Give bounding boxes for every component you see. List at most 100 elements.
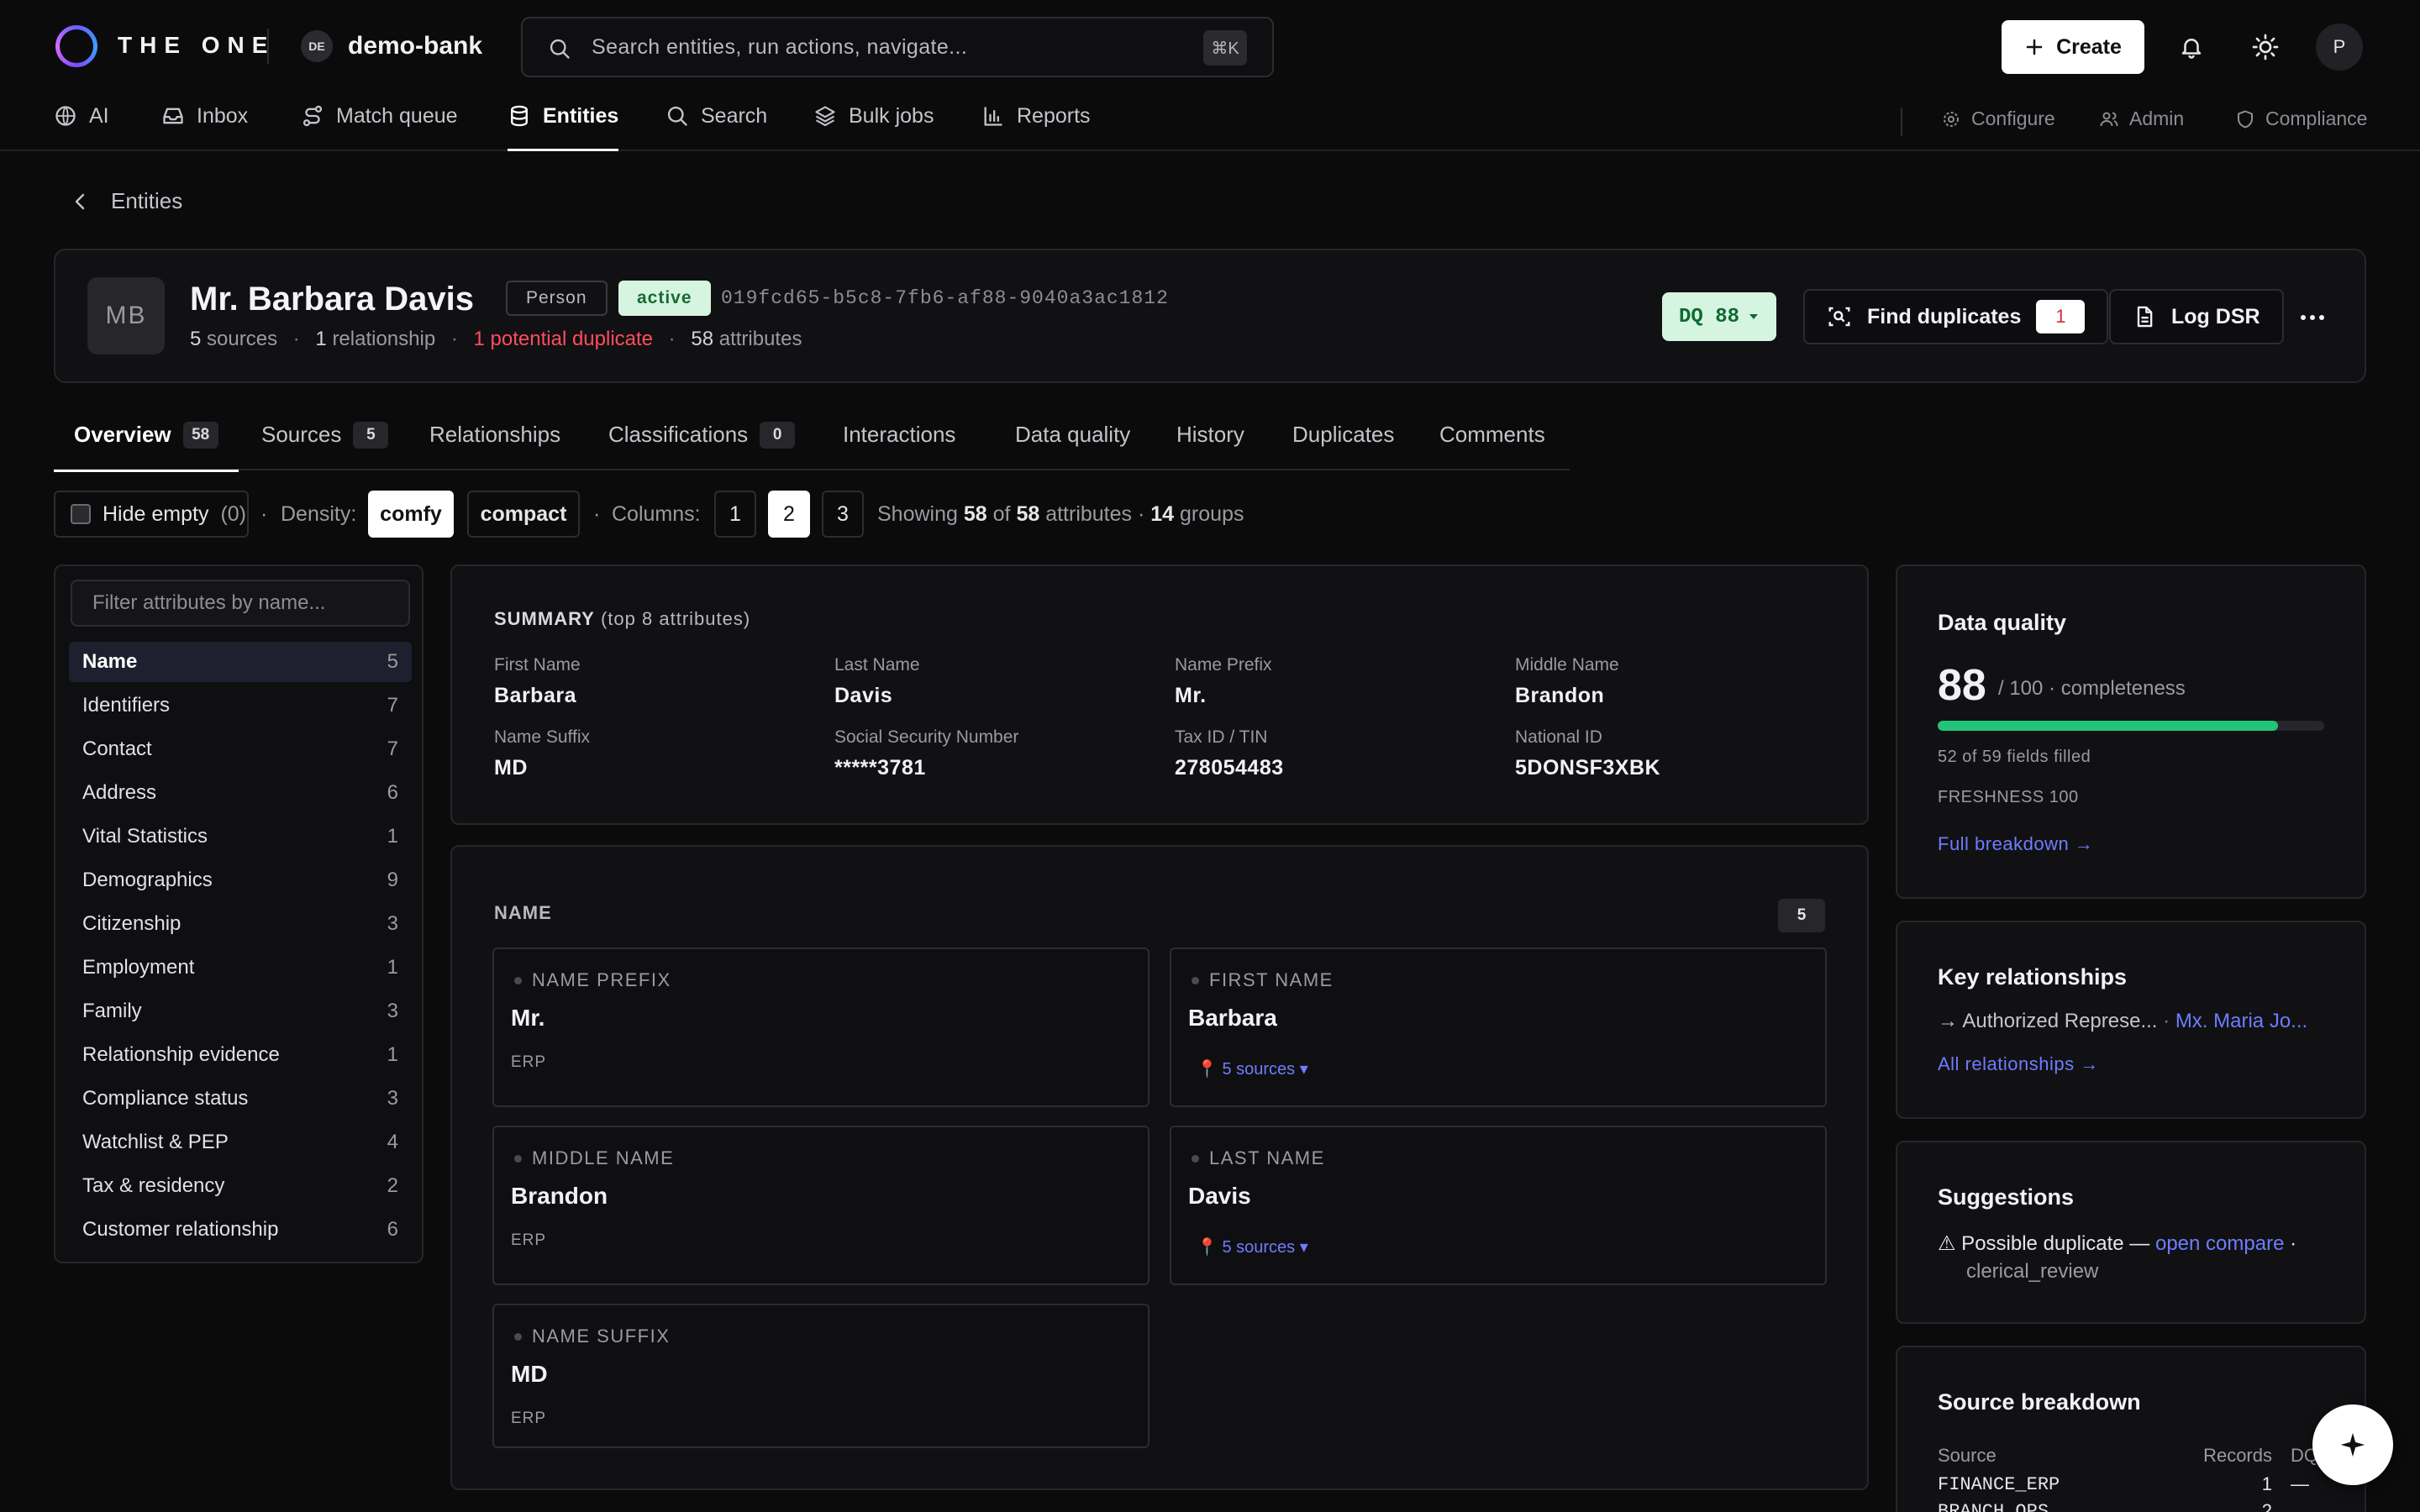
group-label: Tax & residency (82, 1174, 225, 1197)
find-duplicates-button[interactable]: Find duplicates 1 (1803, 289, 2109, 344)
tab-classifications[interactable]: Classifications 0 (608, 422, 796, 470)
tab-overview[interactable]: Overview 58 (54, 422, 239, 472)
user-avatar[interactable]: P (2316, 24, 2363, 71)
log-dsr-button[interactable]: Log DSR (2109, 289, 2284, 344)
create-button[interactable]: Create (2002, 20, 2144, 74)
group-item-customer-relationship[interactable]: Customer relationship 6 (69, 1210, 412, 1250)
columns-1-button[interactable]: 1 (714, 491, 756, 538)
entity-id[interactable]: 019fcd65-b5c8-7fb6-af88-9040a3ac1812 (721, 287, 1169, 309)
nav-bulk-jobs[interactable]: Bulk jobs (813, 104, 934, 151)
bar-chart-icon (984, 107, 1002, 126)
all-relationships-link[interactable]: All relationships → (1938, 1053, 2099, 1075)
group-item-name[interactable]: Name 5 (69, 642, 412, 682)
density-comfy-button[interactable]: comfy (368, 491, 454, 538)
hide-empty-checkbox[interactable] (71, 504, 91, 524)
tab-duplicates[interactable]: Duplicates (1292, 422, 1394, 470)
group-label: Citizenship (82, 912, 182, 935)
columns-3-button[interactable]: 3 (822, 491, 864, 538)
create-label: Create (2056, 34, 2122, 59)
tab-comments[interactable]: Comments (1439, 422, 1545, 470)
group-label: Demographics (82, 869, 213, 891)
theme-toggle-button[interactable] (2242, 24, 2289, 71)
group-title: NAME (494, 902, 552, 923)
group-item-address[interactable]: Address 6 (69, 773, 412, 813)
ai-assistant-button[interactable] (2312, 1404, 2393, 1485)
nav-match-queue[interactable]: Match queue (301, 104, 458, 151)
attribute-label-text: NAME SUFFIX (532, 1326, 671, 1347)
group-item-family[interactable]: Family 3 (69, 991, 412, 1032)
group-item-identifiers[interactable]: Identifiers 7 (69, 685, 412, 726)
duplicates-count-badge: 1 (2036, 300, 2086, 333)
tab-relationships[interactable]: Relationships (429, 422, 560, 470)
global-search-input[interactable]: Search entities, run actions, navigate..… (521, 17, 1274, 77)
tab-interactions[interactable]: Interactions (843, 422, 955, 470)
nav-ai[interactable]: AI (54, 104, 109, 151)
dq-score-suffix: / 100 · completeness (1998, 677, 2186, 700)
logo-icon[interactable] (55, 25, 97, 67)
group-count: 3 (387, 1000, 398, 1022)
attribute-value: Davis (1188, 1183, 1251, 1209)
tab-data-quality[interactable]: Data quality (1015, 422, 1130, 470)
summary-value: MD (494, 756, 528, 780)
full-breakdown-link[interactable]: Full breakdown → (1938, 833, 2093, 855)
nav-inbox[interactable]: Inbox (161, 104, 248, 151)
group-count: 9 (387, 869, 398, 891)
nav-entities-label: Entities (543, 104, 619, 128)
nav-reports[interactable]: Reports (981, 104, 1091, 151)
summary-label: Name Suffix (494, 727, 590, 747)
group-item-demographics[interactable]: Demographics 9 (69, 860, 412, 900)
attribute-label: NAME SUFFIX (514, 1326, 670, 1347)
columns-2-button[interactable]: 2 (768, 491, 810, 538)
tab-label: Data quality (1015, 422, 1131, 447)
nav-entities[interactable]: Entities (508, 104, 619, 151)
filter-attributes-input[interactable]: Filter attributes by name... (71, 580, 410, 627)
entity-type-badge: Person (506, 281, 608, 316)
group-item-contact[interactable]: Contact 7 (69, 729, 412, 769)
more-actions-button[interactable] (2291, 299, 2334, 336)
divider (267, 29, 269, 64)
tab-sources[interactable]: Sources 5 (261, 422, 389, 470)
attribute-card-last-name[interactable]: LAST NAME Davis 📍 5 sources ▾ (1170, 1126, 1827, 1285)
attribute-card-first-name[interactable]: FIRST NAME Barbara 📍 5 sources ▾ (1170, 948, 1827, 1107)
brand-name[interactable]: THE ONE (118, 32, 275, 59)
related-entity-link[interactable]: Mx. Maria Jo... (2175, 1010, 2307, 1032)
sources-dropdown[interactable]: 📍 5 sources ▾ (1197, 1058, 1308, 1079)
group-item-vital-statistics[interactable]: Vital Statistics 1 (69, 816, 412, 857)
table-row[interactable]: FINANCE_ERP 1 — (1938, 1473, 2324, 1500)
column-header: Records (2203, 1445, 2272, 1466)
tab-history[interactable]: History (1176, 422, 1244, 470)
workspace-name[interactable]: demo-bank (348, 32, 482, 60)
tab-label: Sources (261, 422, 342, 447)
attribute-card-middle-name[interactable]: MIDDLE NAME Brandon ERP (492, 1126, 1150, 1285)
notifications-button[interactable] (2168, 24, 2215, 71)
nav-search[interactable]: Search (666, 104, 767, 151)
attribute-card-name-suffix[interactable]: NAME SUFFIX MD ERP (492, 1304, 1150, 1448)
potential-duplicate-link[interactable]: 1 potential duplicate (474, 328, 654, 351)
sparkle-icon (2340, 1432, 2365, 1457)
sources-dropdown[interactable]: 📍 5 sources ▾ (1197, 1236, 1308, 1257)
nav-configure[interactable]: Configure (1941, 108, 2055, 130)
group-item-citizenship[interactable]: Citizenship 3 (69, 904, 412, 944)
group-item-employment[interactable]: Employment 1 (69, 948, 412, 988)
group-count: 5 (387, 650, 398, 673)
nav-admin[interactable]: Admin (2099, 108, 2184, 130)
workspace-badge[interactable]: DE (301, 30, 333, 62)
hide-empty-toggle[interactable]: Hide empty (0) (54, 491, 249, 538)
attribute-value: MD (511, 1361, 548, 1387)
density-compact-button[interactable]: compact (467, 491, 580, 538)
breadcrumb-back[interactable]: Entities (72, 188, 182, 214)
group-item-watchlist-pep[interactable]: Watchlist & PEP 4 (69, 1122, 412, 1163)
group-item-compliance-status[interactable]: Compliance status 3 (69, 1079, 412, 1119)
showing-prefix: Showing (877, 502, 958, 526)
dq-score-dropdown[interactable]: DQ 88 (1662, 292, 1776, 341)
attribute-label: LAST NAME (1192, 1147, 1325, 1169)
tab-label: Interactions (843, 422, 956, 447)
group-item-tax-residency[interactable]: Tax & residency 2 (69, 1166, 412, 1206)
source-dq: — (2291, 1473, 2309, 1494)
table-row[interactable]: BRANCH_OPS 2 (1938, 1500, 2324, 1512)
nav-compliance[interactable]: Compliance (2235, 108, 2367, 130)
group-item-relationship-evidence[interactable]: Relationship evidence 1 (69, 1035, 412, 1075)
tab-label: Overview (74, 422, 171, 447)
attribute-card-name-prefix[interactable]: NAME PREFIX Mr. ERP (492, 948, 1150, 1107)
open-compare-link[interactable]: open compare (2155, 1232, 2284, 1255)
